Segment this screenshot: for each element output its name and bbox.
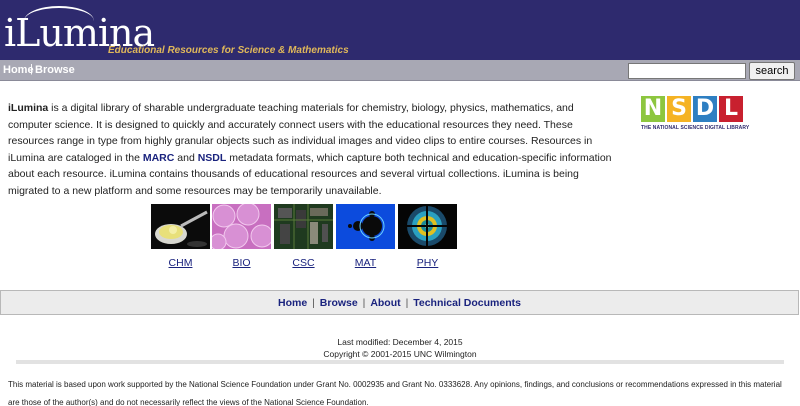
page-meta: Last modified: December 4, 2015 Copyrigh… [0,336,800,360]
nsdl-caption: THE NATIONAL SCIENCE DIGITAL LIBRARY [641,125,750,131]
search-button[interactable]: search [749,62,795,80]
nav-separator: | [30,63,33,75]
nsdl-letter-l: L [719,96,743,122]
marc-link[interactable]: MARC [143,152,175,164]
chemistry-beaker-image[interactable] [151,204,210,249]
footer-separator: | [362,297,366,309]
copyright-text: Copyright © 2001-2015 UNC Wilmington [323,349,477,359]
intro-paragraph: iLumina is a digital library of sharable… [8,100,614,200]
footer-separator: | [312,297,315,309]
footer-browse-link[interactable]: Browse [320,297,358,309]
subject-link-bio[interactable]: BIO [212,257,271,269]
nav-home-link[interactable]: Home [3,64,34,76]
diffraction-pattern-image[interactable] [398,204,457,249]
footer-separator: | [405,297,409,309]
nsdl-logo[interactable]: N S D L THE NATIONAL SCIENCE DIGITAL LIB… [641,96,750,136]
footer-home-link[interactable]: Home [278,297,307,309]
divider [16,360,784,364]
subject-link-phy[interactable]: PHY [398,257,457,269]
subject-link-mat[interactable]: MAT [336,257,395,269]
grant-notice: This material is based upon work support… [8,380,782,406]
nav-browse-link[interactable]: Browse [35,64,75,76]
footer-about-link[interactable]: About [370,297,400,309]
nsdl-link[interactable]: NSDL [198,152,227,164]
search-input[interactable] [628,63,746,79]
subject-link-chm[interactable]: CHM [151,257,210,269]
last-modified-text: Last modified: December 4, 2015 [337,337,463,347]
nsdl-letter-d: D [693,96,717,122]
intro-brand: iLumina [8,102,49,114]
nsdl-letter-n: N [641,96,665,122]
site-tagline: Educational Resources for Science & Math… [108,45,349,56]
nsdl-letter-s: S [667,96,691,122]
biology-cells-image[interactable] [212,204,271,249]
intro-and: and [174,151,198,164]
footer-technical-documents-link[interactable]: Technical Documents [413,297,521,309]
footer-nav: Home | Browse | About | Technical Docume… [0,290,799,315]
subject-link-csc[interactable]: CSC [274,257,333,269]
circuit-board-image[interactable] [274,204,333,249]
site-header: iLumina Educational Resources for Scienc… [0,0,800,60]
mandelbrot-fractal-image[interactable] [336,204,395,249]
